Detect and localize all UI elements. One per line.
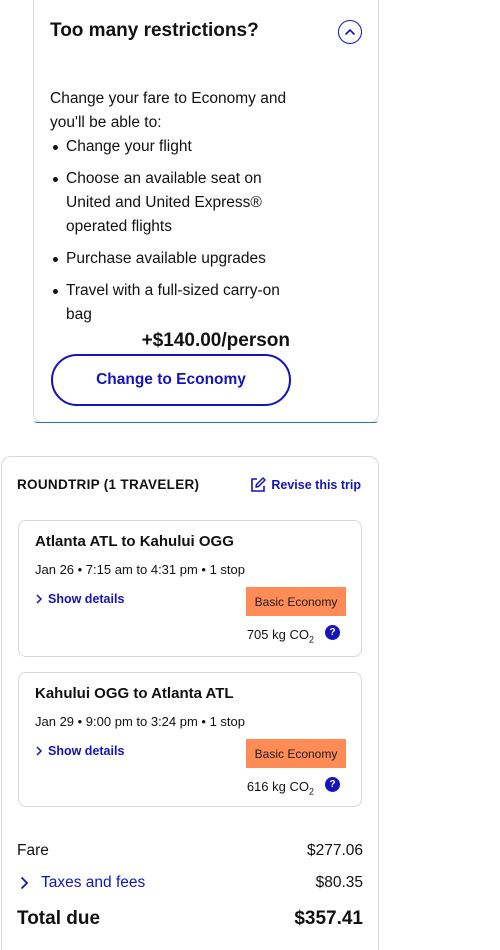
benefit-item: Travel with a full-sized carry-on bag	[50, 279, 310, 327]
fare-label: Fare	[17, 842, 49, 859]
co2-subscript: 2	[308, 634, 314, 645]
co2-subscript: 2	[308, 786, 314, 797]
revise-trip-label: Revise this trip	[271, 478, 361, 492]
taxes-toggle[interactable]: Taxes and fees	[17, 874, 145, 892]
restrictions-title: Too many restrictions?	[50, 20, 259, 41]
change-to-economy-button[interactable]: Change to Economy	[51, 354, 291, 406]
edit-icon	[251, 477, 267, 492]
flight-segment-outbound: Atlanta ATL to Kahului OGG Jan 26 • 7:15…	[18, 520, 362, 657]
revise-trip-link[interactable]: Revise this trip	[250, 477, 361, 493]
show-details-label: Show details	[48, 592, 125, 606]
benefit-item: Choose an available seat on United and U…	[50, 167, 310, 239]
upgrade-price: +$140.00/person	[141, 330, 290, 351]
help-icon[interactable]: ?	[325, 777, 340, 792]
flight-route: Atlanta ATL to Kahului OGG	[35, 533, 234, 550]
fare-class-badge: Basic Economy	[246, 587, 346, 616]
fare-class-badge: Basic Economy	[246, 739, 346, 768]
co2-value: 705 kg CO	[246, 627, 309, 642]
co2-emissions: 616 kg CO2	[247, 779, 314, 797]
total-value: $357.41	[294, 908, 363, 929]
show-details-link[interactable]: Show details	[35, 744, 124, 758]
flight-times: Jan 29 • 9:00 pm to 3:24 pm • 1 stop	[35, 714, 246, 729]
chevron-up-circle-icon[interactable]	[338, 20, 362, 44]
taxes-value: $80.35	[315, 874, 363, 891]
benefit-item: Purchase available upgrades	[50, 247, 310, 271]
flight-segment-return: Kahului OGG to Atlanta ATL Jan 29 • 9:00…	[18, 672, 362, 807]
taxes-label: Taxes and fees	[41, 874, 146, 891]
show-details-link[interactable]: Show details	[35, 592, 124, 606]
show-details-label: Show details	[48, 744, 125, 758]
benefit-item: Change your flight	[50, 135, 310, 159]
co2-value: 616 kg CO	[246, 779, 309, 794]
total-row: Total due $357.41	[17, 908, 363, 930]
fare-row: Fare $277.06	[17, 842, 363, 860]
fare-value: $277.06	[306, 842, 363, 859]
total-label: Total due	[17, 908, 101, 929]
chevron-right-icon	[20, 876, 29, 890]
flight-route: Kahului OGG to Atlanta ATL	[35, 685, 234, 702]
trip-summary-card: ROUNDTRIP (1 TRAVELER) Revise this trip …	[1, 456, 379, 950]
help-icon[interactable]: ?	[325, 625, 340, 640]
trip-header: ROUNDTRIP (1 TRAVELER)	[17, 477, 200, 492]
chevron-right-icon	[36, 594, 43, 604]
restrictions-intro: Change your fare to Economy and you'll b…	[50, 90, 287, 131]
co2-emissions: 705 kg CO2	[247, 627, 314, 645]
chevron-right-icon	[36, 746, 43, 756]
flight-times: Jan 26 • 7:15 am to 4:31 pm • 1 stop	[35, 562, 246, 577]
taxes-row: Taxes and fees $80.35	[17, 874, 363, 892]
restrictions-card: Too many restrictions? Change your fare …	[33, 0, 379, 423]
benefit-list: Change your flight Choose an available s…	[50, 135, 310, 335]
